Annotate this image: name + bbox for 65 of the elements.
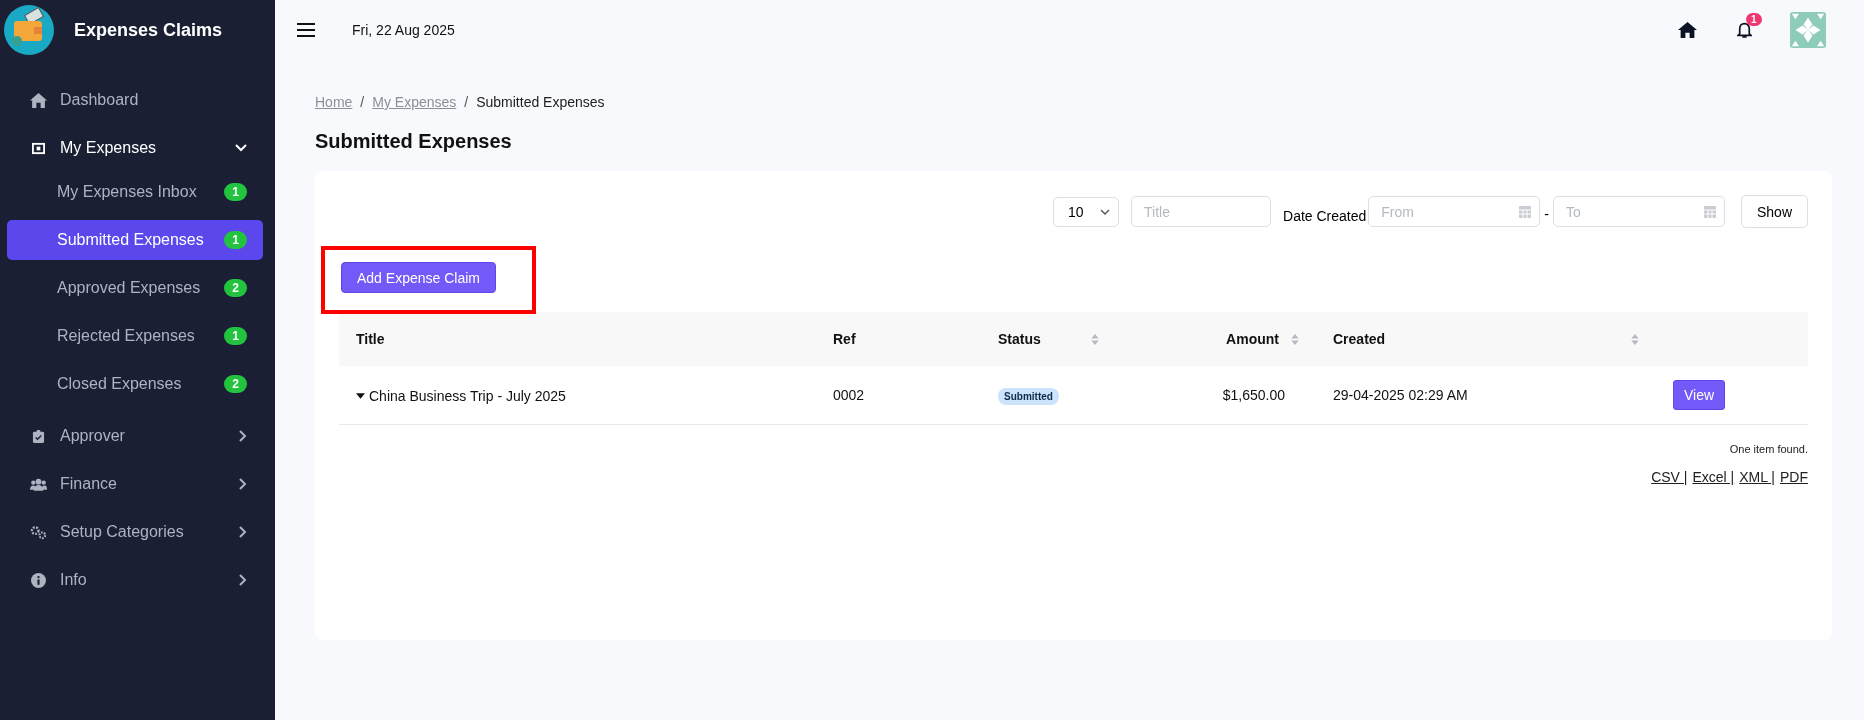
export-link[interactable]: Excel | — [1692, 469, 1735, 485]
wallet-logo-icon — [4, 5, 54, 55]
gears-icon — [29, 524, 47, 540]
sidebar-item[interactable]: Finance — [0, 460, 275, 508]
page-size-select[interactable]: 10 — [1053, 196, 1119, 227]
app-title: Expenses Claims — [74, 19, 223, 41]
count-badge: 2 — [224, 279, 247, 297]
title-filter-field[interactable]: Title — [1131, 196, 1271, 227]
show-button[interactable]: Show — [1740, 195, 1808, 228]
chevron-right-icon — [239, 430, 247, 442]
table-cell: China Business Trip - July 2025 — [369, 388, 566, 404]
sidebar-subitem[interactable]: Rejected Expenses 1 — [7, 316, 263, 356]
notification-badge: 1 — [1746, 12, 1762, 26]
count-badge: 1 — [224, 231, 247, 249]
date-created-label: Date Created — [1283, 207, 1367, 224]
caret-down-icon[interactable] — [356, 393, 365, 399]
sidebar-subitem[interactable]: Submitted Expenses 1 — [7, 220, 263, 260]
users-icon — [29, 476, 47, 492]
count-badge: 1 — [224, 327, 247, 345]
sidebar-item[interactable]: My Expenses — [0, 124, 275, 172]
chevron-right-icon — [239, 574, 247, 586]
sidebar-subitem[interactable]: Approved Expenses 2 — [7, 268, 263, 308]
sidebar-subitem[interactable]: Closed Expenses 2 — [7, 364, 263, 404]
page-title: Submitted Expenses — [315, 130, 513, 153]
chevron-right-icon — [239, 478, 247, 490]
banknote-icon — [31, 141, 45, 155]
breadcrumb-separator: / — [360, 94, 365, 110]
clipboard-check-icon — [31, 429, 45, 443]
breadcrumb-current: Submitted Expenses — [476, 94, 605, 110]
column-header[interactable]: Ref — [816, 312, 981, 366]
sidebar-item[interactable]: Info — [0, 556, 275, 604]
breadcrumb-separator: / — [464, 94, 469, 110]
column-header[interactable]: Amount — [1116, 312, 1316, 366]
from-date-field[interactable]: From — [1368, 196, 1541, 227]
column-header[interactable]: Title — [339, 312, 816, 366]
info-icon — [29, 572, 47, 588]
home-icon — [29, 92, 47, 108]
column-header[interactable]: Created — [1316, 312, 1656, 366]
table-cell: 0002 — [833, 387, 865, 403]
home-icon[interactable] — [1678, 22, 1697, 38]
export-link[interactable]: XML | — [1739, 469, 1775, 485]
calendar-icon — [1519, 205, 1532, 218]
sidebar-item[interactable]: Setup Categories — [0, 508, 275, 556]
result-count: One item found. — [1728, 443, 1808, 455]
current-date: Fri, 22 Aug 2025 — [352, 22, 455, 38]
count-badge: 2 — [224, 375, 247, 393]
sidebar-subitem[interactable]: My Expenses Inbox 1 — [7, 172, 263, 212]
view-button[interactable]: View — [1673, 380, 1726, 410]
chevron-down-icon — [235, 144, 247, 152]
menu-icon[interactable] — [297, 23, 315, 37]
sidebar-item[interactable]: Dashboard — [0, 76, 275, 124]
table-cell: 29-04-2025 02:29 AM — [1333, 387, 1468, 403]
status-badge: Submitted — [998, 388, 1059, 405]
count-badge: 1 — [224, 183, 247, 201]
table-cell: $1,650.00 — [1222, 387, 1285, 403]
export-link[interactable]: PDF — [1780, 469, 1808, 485]
add-expense-claim-button[interactable]: Add Expense Claim — [341, 262, 496, 293]
column-header[interactable]: Status — [981, 312, 1116, 366]
chevron-right-icon — [239, 526, 247, 538]
to-date-field[interactable]: To — [1552, 196, 1725, 227]
range-separator: - — [1544, 205, 1549, 222]
sidebar-item[interactable]: Approver — [0, 412, 275, 460]
chevron-down-icon — [1100, 208, 1110, 215]
export-link[interactable]: CSV | — [1651, 469, 1688, 485]
bell-icon[interactable] — [1737, 21, 1752, 39]
